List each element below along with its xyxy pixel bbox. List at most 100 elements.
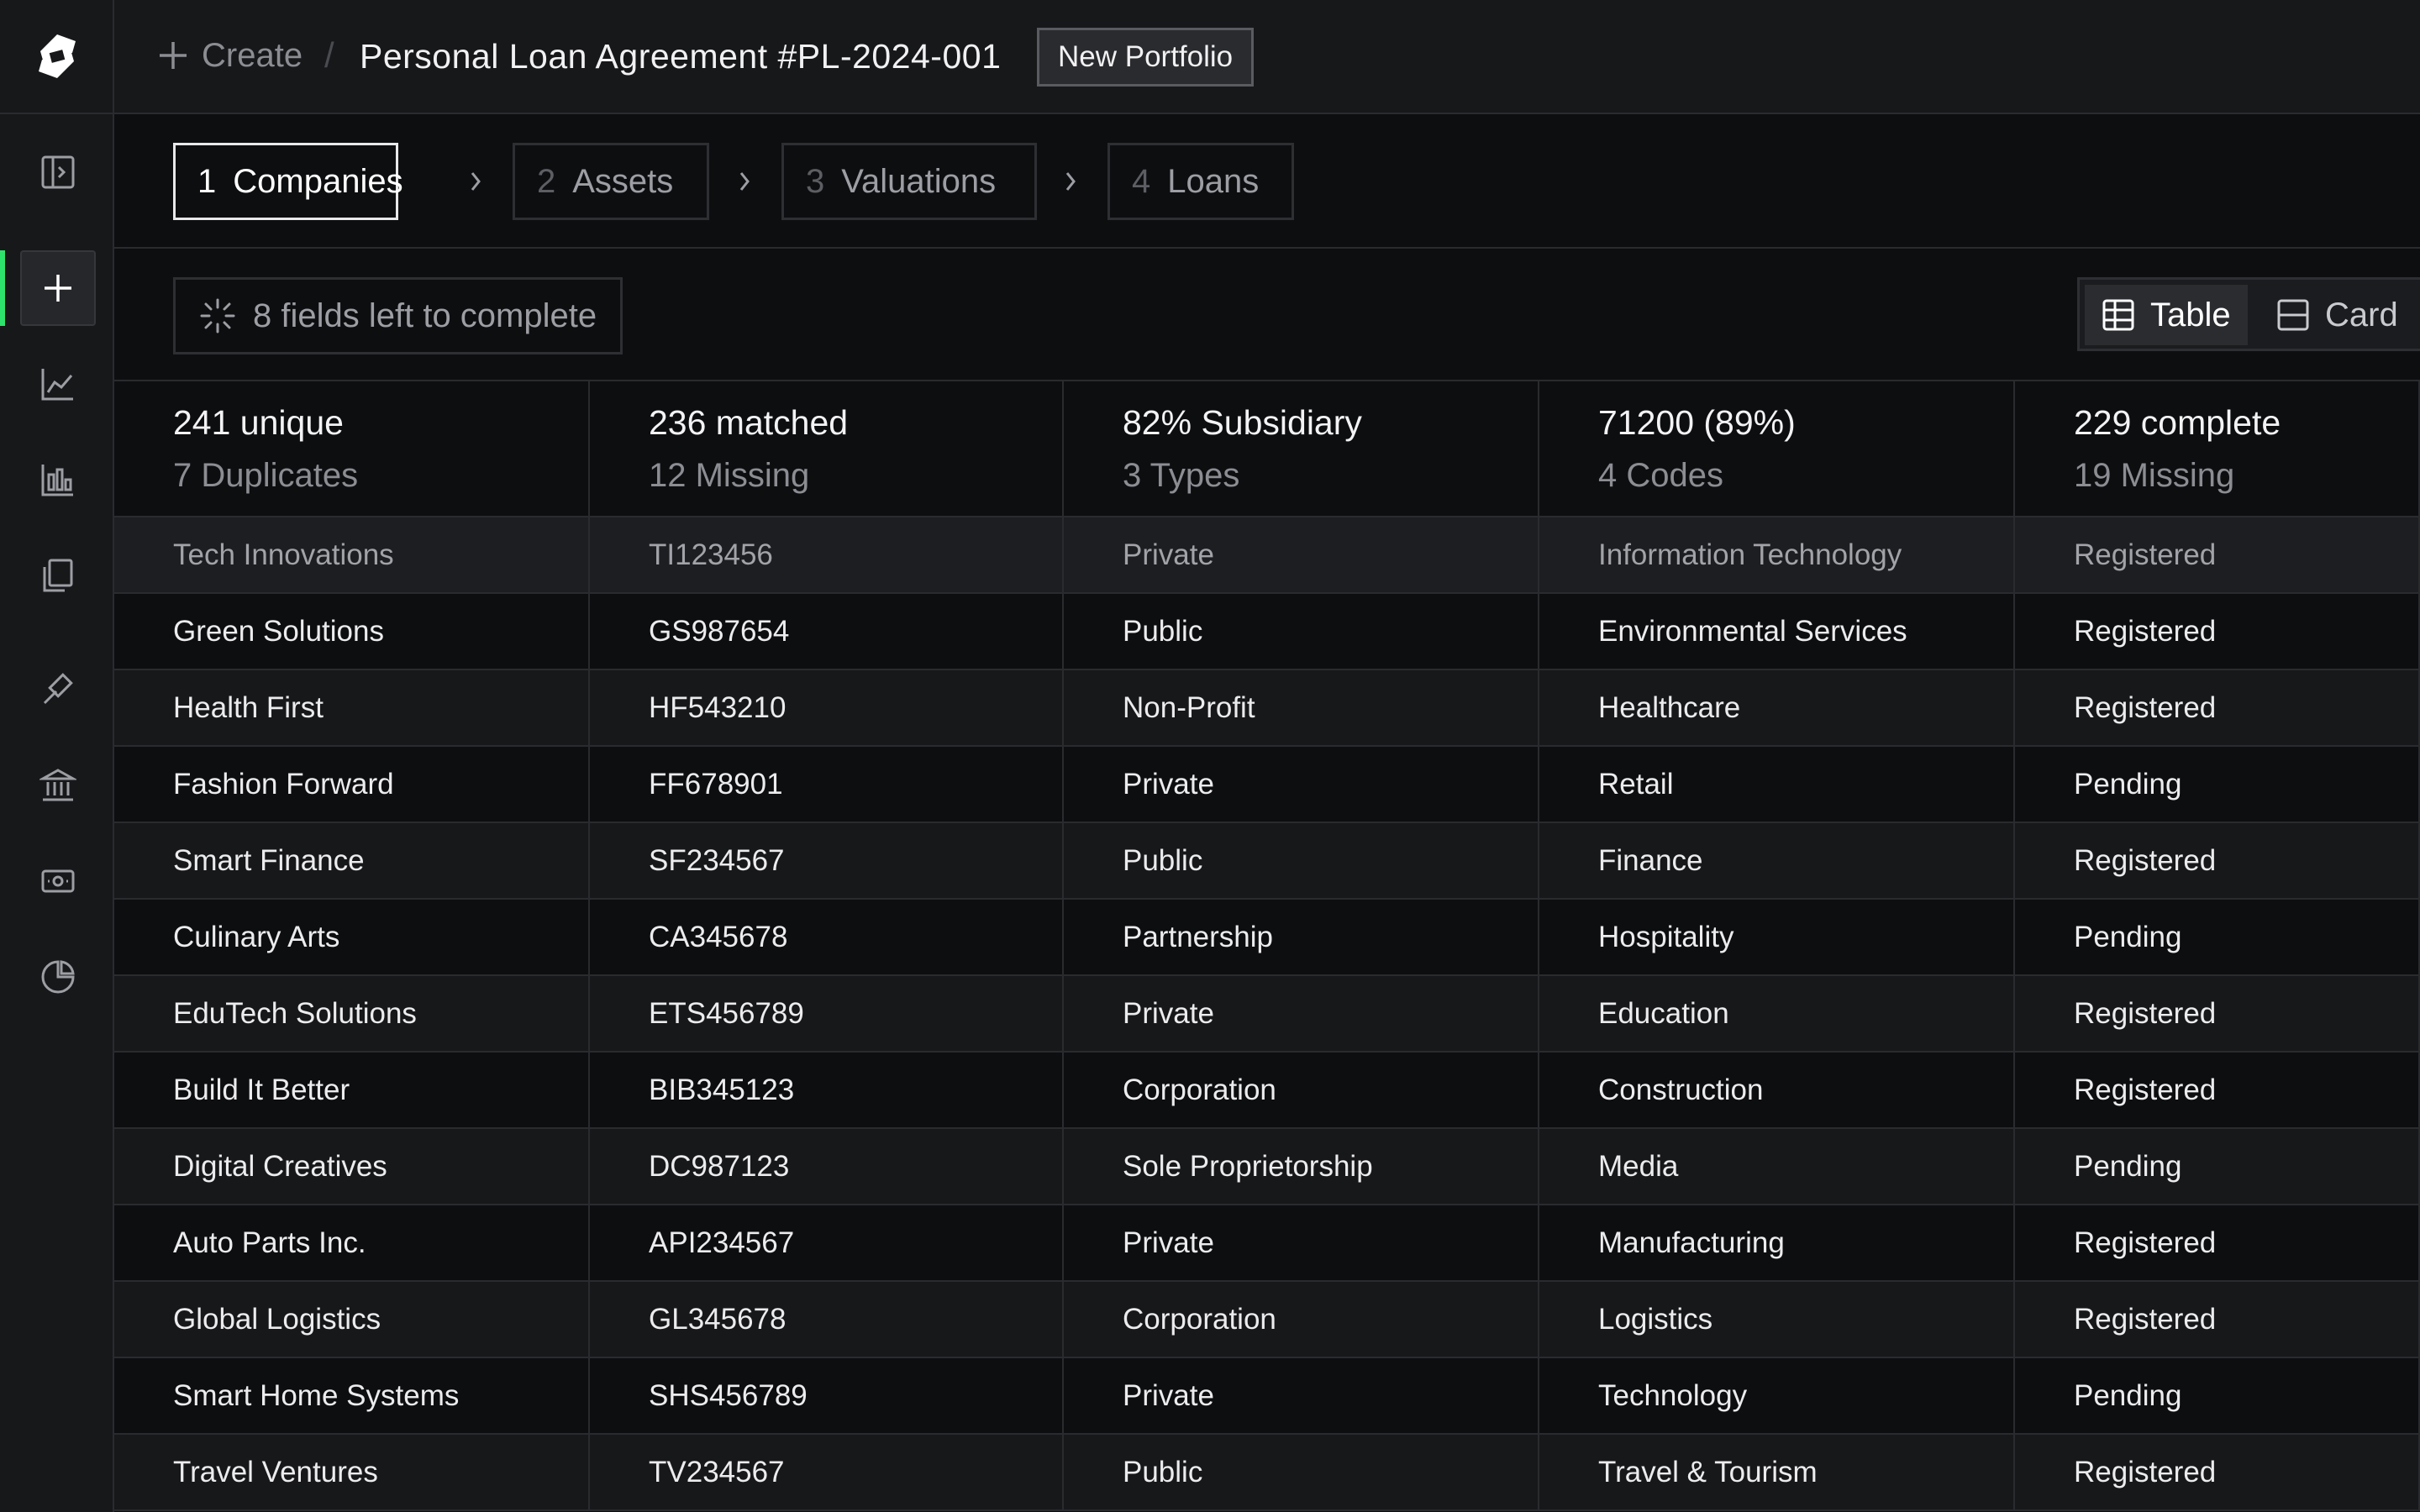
analytics-nav-button[interactable] (20, 346, 96, 422)
table-cell[interactable]: API234567 (590, 1205, 1064, 1280)
bank-nav-button[interactable] (20, 748, 96, 823)
table-cell[interactable]: SHS456789 (590, 1358, 1064, 1433)
table-cell[interactable]: Registered (2015, 1205, 2420, 1280)
app-logo[interactable] (0, 0, 114, 114)
fields-left-indicator[interactable]: 8 fields left to complete (173, 277, 623, 354)
step-loans[interactable]: 4 Loans (1107, 143, 1294, 220)
table-cell[interactable]: Fashion Forward (114, 747, 590, 822)
portfolio-badge[interactable]: New Portfolio (1037, 28, 1255, 87)
table-cell[interactable]: Travel Ventures (114, 1435, 590, 1509)
table-cell[interactable]: Logistics (1539, 1282, 2015, 1357)
table-cell[interactable]: Registered (2015, 1435, 2420, 1509)
table-row[interactable]: Green Solutions GS987654 Public Environment… (114, 594, 2420, 670)
legal-nav-button[interactable] (20, 652, 96, 727)
table-cell[interactable]: Smart Home Systems (114, 1358, 590, 1433)
table-row[interactable]: Global Logistics GL345678 Corporation Logis… (114, 1282, 2420, 1358)
table-cell[interactable]: Registered (2015, 670, 2420, 745)
bar-chart-icon (41, 465, 73, 496)
table-cell[interactable]: Healthcare (1539, 670, 2015, 745)
table-cell[interactable]: Private (1064, 747, 1539, 822)
step-companies[interactable]: 1 Companies (173, 143, 403, 220)
plus-icon[interactable] (156, 39, 190, 72)
table-cell[interactable]: Media (1539, 1129, 2015, 1204)
table-cell[interactable]: Smart Finance (114, 823, 590, 898)
table-cell[interactable]: Technology (1539, 1358, 2015, 1433)
table-cell[interactable]: Finance (1539, 823, 2015, 898)
table-cell[interactable]: Auto Parts Inc. (114, 1205, 590, 1280)
table-row[interactable]: Build It Better BIB345123 Corporation Const… (114, 1053, 2420, 1129)
table-cell[interactable]: DC987123 (590, 1129, 1064, 1204)
table-cell[interactable]: Tech Innovations (114, 517, 590, 592)
table-cell[interactable]: Public (1064, 823, 1539, 898)
table-cell[interactable]: Education (1539, 976, 2015, 1051)
table-cell[interactable]: Information Technology (1539, 517, 2015, 592)
table-cell[interactable]: Pending (2015, 1129, 2420, 1204)
table-cell[interactable]: Private (1064, 976, 1539, 1051)
table-cell[interactable]: Registered (2015, 517, 2420, 592)
table-row[interactable]: Culinary Arts CA345678 Partnership Hospital… (114, 900, 2420, 976)
step-assets[interactable]: 2 Assets (513, 143, 709, 220)
table-cell[interactable]: ETS456789 (590, 976, 1064, 1051)
table-cell[interactable]: Pending (2015, 747, 2420, 822)
table-row[interactable]: Smart Finance SF234567 Public Finance Regist… (114, 823, 2420, 900)
table-row[interactable]: Tech Innovations TI123456 Private Informati… (114, 517, 2420, 594)
create-nav-button[interactable] (20, 250, 96, 326)
table-cell[interactable]: TV234567 (590, 1435, 1064, 1509)
table-cell[interactable]: GL345678 (590, 1282, 1064, 1357)
table-cell[interactable]: Non-Profit (1064, 670, 1539, 745)
table-cell[interactable]: Registered (2015, 594, 2420, 669)
table-cell[interactable]: Private (1064, 517, 1539, 592)
cash-nav-button[interactable] (20, 843, 96, 919)
table-row[interactable]: Digital Creatives DC987123 Sole Proprietor… (114, 1129, 2420, 1205)
table-cell[interactable]: Environmental Services (1539, 594, 2015, 669)
reports-nav-button[interactable] (20, 442, 96, 517)
table-cell[interactable]: EduTech Solutions (114, 976, 590, 1051)
card-view-button[interactable]: Card (2260, 285, 2415, 345)
documents-nav-button[interactable] (20, 538, 96, 613)
step-valuations[interactable]: 3 Valuations (781, 143, 1037, 220)
table-cell[interactable]: Registered (2015, 823, 2420, 898)
table-cell[interactable]: Private (1064, 1358, 1539, 1433)
table-cell[interactable]: Hospitality (1539, 900, 2015, 974)
table-cell[interactable]: CA345678 (590, 900, 1064, 974)
table-cell[interactable]: Corporation (1064, 1053, 1539, 1127)
table-cell[interactable]: Private (1064, 1205, 1539, 1280)
table-row[interactable]: Health First HF543210 Non-Profit Healthcare… (114, 670, 2420, 747)
table-cell[interactable]: Pending (2015, 1358, 2420, 1433)
table-row[interactable]: Smart Home Systems SHS456789 Private Techno… (114, 1358, 2420, 1435)
table-cell[interactable]: Corporation (1064, 1282, 1539, 1357)
summary-cell: 71200 (89%) 4 Codes (1539, 381, 2015, 516)
table-row[interactable]: Auto Parts Inc. API234567 Private Manufactu… (114, 1205, 2420, 1282)
table-cell[interactable]: Retail (1539, 747, 2015, 822)
table-row[interactable]: Fashion Forward FF678901 Private Retail Pend… (114, 747, 2420, 823)
table-cell[interactable]: Pending (2015, 900, 2420, 974)
table-cell[interactable]: Manufacturing (1539, 1205, 2015, 1280)
table-cell[interactable]: FF678901 (590, 747, 1064, 822)
table-cell[interactable]: Health First (114, 670, 590, 745)
table-view-button[interactable]: Table (2085, 285, 2248, 345)
table-cell[interactable]: Global Logistics (114, 1282, 590, 1357)
table-cell[interactable]: Build It Better (114, 1053, 590, 1127)
table-cell[interactable]: BIB345123 (590, 1053, 1064, 1127)
portfolio-nav-button[interactable] (20, 939, 96, 1015)
table-cell[interactable]: Public (1064, 1435, 1539, 1509)
table-cell[interactable]: Sole Proprietorship (1064, 1129, 1539, 1204)
table-cell[interactable]: Public (1064, 594, 1539, 669)
panel-toggle-button[interactable] (20, 134, 96, 210)
table-row[interactable]: EduTech Solutions ETS456789 Private Educati… (114, 976, 2420, 1053)
table-cell[interactable]: GS987654 (590, 594, 1064, 669)
table-cell[interactable]: Registered (2015, 1282, 2420, 1357)
table-cell[interactable]: Culinary Arts (114, 900, 590, 974)
table-cell[interactable]: Registered (2015, 976, 2420, 1051)
table-cell[interactable]: Partnership (1064, 900, 1539, 974)
table-cell[interactable]: Construction (1539, 1053, 2015, 1127)
table-cell[interactable]: Travel & Tourism (1539, 1435, 2015, 1509)
table-cell[interactable]: SF234567 (590, 823, 1064, 898)
table-row[interactable]: Travel Ventures TV234567 Public Travel & To… (114, 1435, 2420, 1511)
create-link[interactable]: Create (202, 37, 302, 75)
table-cell[interactable]: Digital Creatives (114, 1129, 590, 1204)
table-cell[interactable]: Green Solutions (114, 594, 590, 669)
table-cell[interactable]: TI123456 (590, 517, 1064, 592)
table-cell[interactable]: HF543210 (590, 670, 1064, 745)
table-cell[interactable]: Registered (2015, 1053, 2420, 1127)
